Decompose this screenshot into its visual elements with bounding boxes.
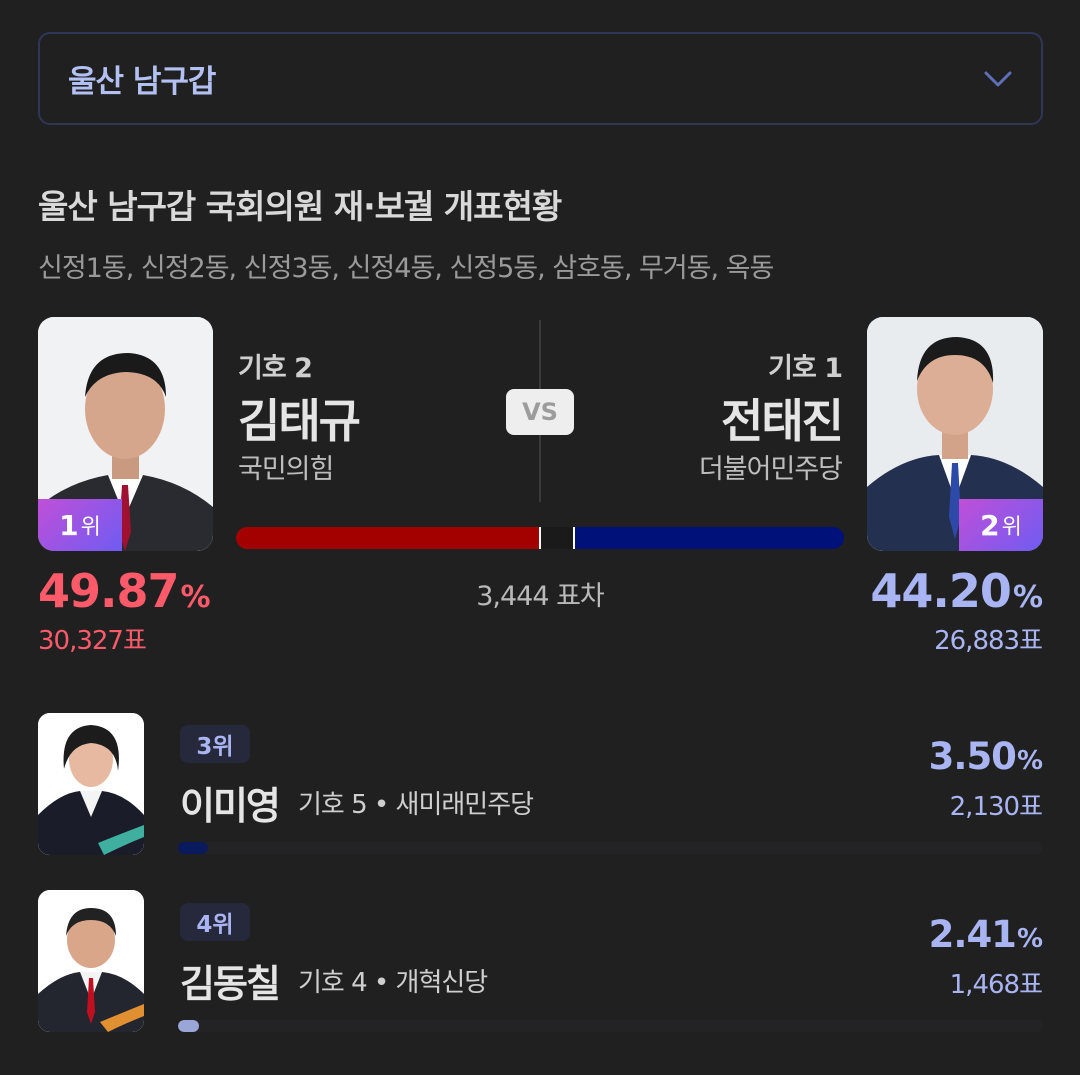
vote-share-bar [236,527,844,549]
vote-share-fill-4 [178,1020,199,1032]
pct-left: 49.87% [38,564,211,618]
candidate-name-right: 전태진 [721,394,844,448]
candidate-number-left: 기호 2 [238,353,313,384]
page-title: 울산 남구갑 국회의원 재·보궐 개표현황 [38,187,562,226]
district-select-value: 울산 남구갑 [68,64,216,100]
candidate-meta-3: 기호 5 • 새미래민주당 [298,790,534,820]
vs-badge: VS [506,389,574,435]
candidate-party-left: 국민의힘 [238,454,334,485]
candidate-number-right: 기호 1 [768,353,843,384]
candidate-meta-4: 기호 4 • 개혁신당 [298,968,488,998]
bar-marker-left [539,527,541,549]
candidate-photo-right: 2위 [867,317,1043,551]
vote-share-fill-3 [178,842,209,854]
pct-3: 3.50% [928,735,1043,778]
rank-badge: 1위 [38,499,122,551]
votes-4: 1,468표 [949,970,1043,1000]
vote-share-right [575,527,844,549]
candidate-party-right: 더불어민주당 [698,454,843,485]
rank-pill-3: 3위 [180,725,250,763]
rank-pill-4: 4위 [180,903,250,941]
candidate-photo-4 [38,890,144,1032]
pct-4: 2.41% [928,913,1043,956]
votes-right: 26,883표 [934,626,1043,656]
district-select[interactable]: 울산 남구갑 [38,32,1043,125]
vote-share-bar-3 [178,842,1043,854]
pct-right: 44.20% [870,564,1043,618]
votes-left: 30,327표 [38,626,147,656]
district-areas: 신정1동, 신정2동, 신정3동, 신정4동, 신정5동, 삼호동, 무거동, … [38,253,774,284]
rank-badge: 2위 [959,499,1043,551]
candidate-photo-left: 1위 [38,317,213,551]
votes-3: 2,130표 [949,792,1043,822]
candidate-name-left: 김태규 [238,394,361,448]
vote-share-left [236,527,539,549]
candidate-photo-3 [38,713,144,855]
portrait-image [38,713,144,855]
chevron-down-icon [984,71,1012,86]
vote-share-bar-4 [178,1020,1043,1032]
candidate-name-3: 이미영 [180,784,281,828]
candidate-name-4: 김동칠 [180,962,281,1006]
portrait-image [38,890,144,1032]
bar-marker-right [573,527,575,549]
